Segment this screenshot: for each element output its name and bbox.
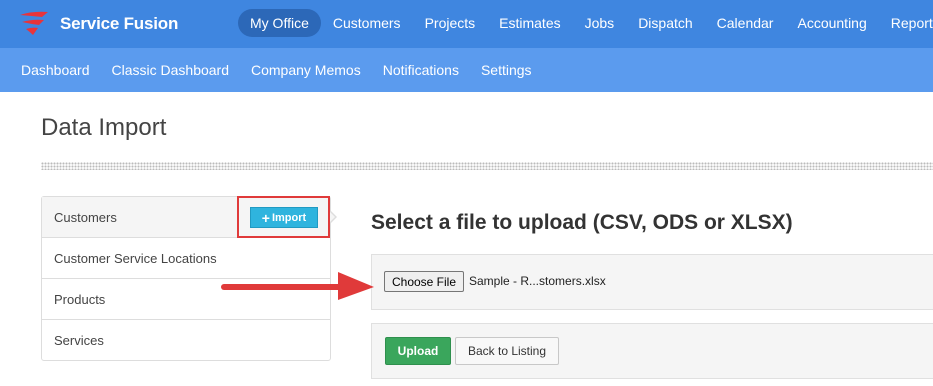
nav-accounting[interactable]: Accounting xyxy=(785,9,878,37)
nav-projects[interactable]: Projects xyxy=(413,9,488,37)
highlight-box xyxy=(237,196,330,238)
arrow-right-icon xyxy=(221,272,374,300)
subnav-dashboard[interactable]: Dashboard xyxy=(10,62,101,78)
upload-heading: Select a file to upload (CSV, ODS or XLS… xyxy=(371,211,793,234)
choose-file-button[interactable]: Choose File xyxy=(384,271,464,292)
back-to-listing-button[interactable]: Back to Listing xyxy=(455,337,559,365)
subnav-settings[interactable]: Settings xyxy=(470,62,543,78)
selected-file-name: Sample - R...stomers.xlsx xyxy=(469,274,606,288)
top-navbar: Service Fusion My Office Customers Proje… xyxy=(0,0,933,48)
sub-nav: Dashboard Classic Dashboard Company Memo… xyxy=(10,48,543,92)
nav-reports[interactable]: Reports xyxy=(879,9,933,37)
nav-dispatch[interactable]: Dispatch xyxy=(626,9,704,37)
subnav-classic-dashboard[interactable]: Classic Dashboard xyxy=(101,62,241,78)
main-nav: My Office Customers Projects Estimates J… xyxy=(238,9,933,37)
brand-name: Service Fusion xyxy=(60,14,179,33)
upload-button[interactable]: Upload xyxy=(385,337,451,365)
nav-jobs[interactable]: Jobs xyxy=(573,9,627,37)
nav-my-office[interactable]: My Office xyxy=(238,9,321,37)
nav-estimates[interactable]: Estimates xyxy=(487,9,572,37)
service-fusion-logo-icon xyxy=(20,11,48,35)
subnav-notifications[interactable]: Notifications xyxy=(372,62,470,78)
dotted-divider xyxy=(41,162,933,170)
list-item-label: Services xyxy=(54,333,104,348)
list-item-services[interactable]: Services xyxy=(42,320,330,361)
subnav-company-memos[interactable]: Company Memos xyxy=(240,62,372,78)
list-item-label: Customers xyxy=(54,209,117,225)
sub-navbar: Dashboard Classic Dashboard Company Memo… xyxy=(0,48,933,92)
nav-customers[interactable]: Customers xyxy=(321,9,413,37)
page-title: Data Import xyxy=(41,114,167,141)
nav-calendar[interactable]: Calendar xyxy=(705,9,786,37)
brand-logo[interactable]: Service Fusion xyxy=(18,8,178,40)
list-item-label: Customer Service Locations xyxy=(54,250,217,266)
list-item-label: Products xyxy=(54,291,106,307)
